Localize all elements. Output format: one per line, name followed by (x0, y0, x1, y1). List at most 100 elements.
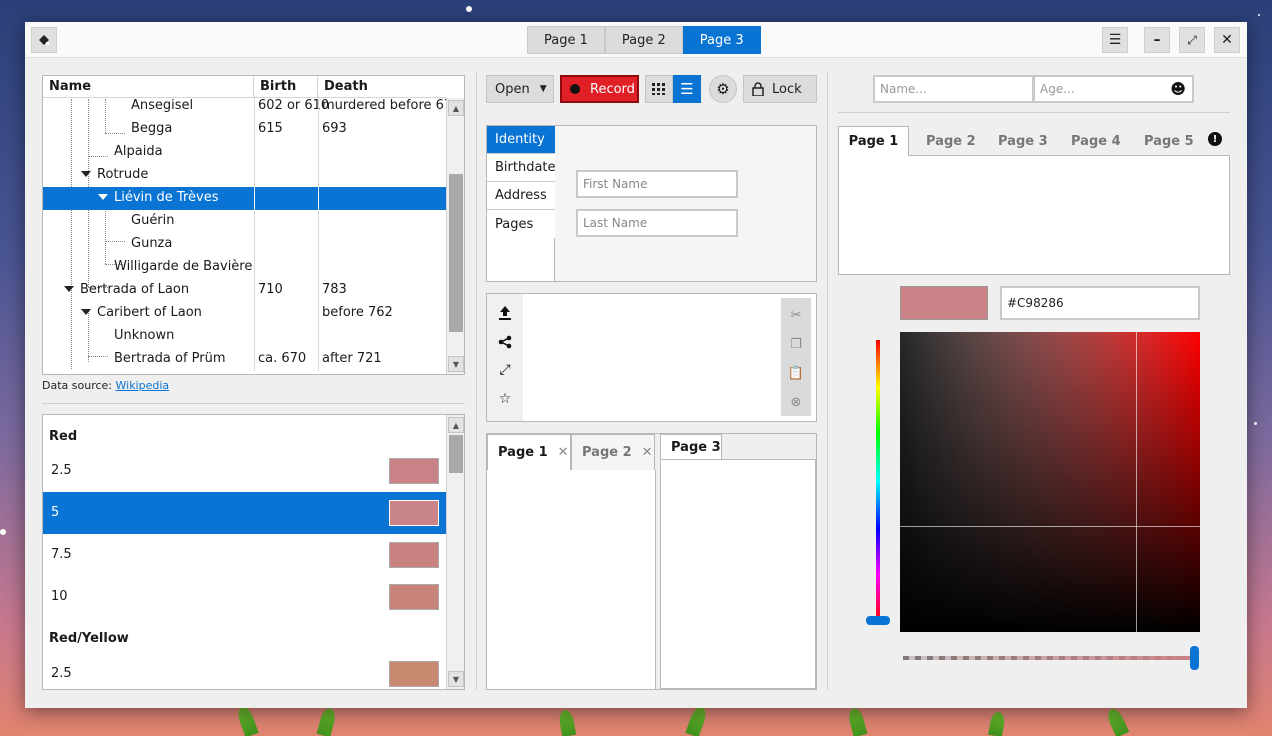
alpha-slider-handle[interactable] (1190, 646, 1199, 670)
right-tab-1[interactable]: Page 1 (838, 126, 909, 156)
paste-icon[interactable]: 📋 (784, 361, 808, 385)
right-tab-5[interactable]: Page 5 (1144, 126, 1194, 156)
right-tab-2[interactable]: Page 2 (926, 126, 976, 156)
upload-icon[interactable] (495, 303, 515, 323)
saturation-value-plane[interactable] (900, 332, 1200, 632)
maximize-button[interactable]: ⤢ (1179, 27, 1205, 53)
age-entry[interactable]: Age... ☻ (1033, 75, 1194, 103)
color-list-item[interactable]: 2.5 (43, 653, 447, 689)
copy-icon[interactable]: ❐ (784, 332, 808, 356)
column-divider (254, 95, 255, 118)
notebook-tab-1[interactable]: Page 1 ✕ (487, 434, 571, 470)
hue-slider-track[interactable] (876, 340, 880, 622)
name-entry[interactable]: Name... (873, 75, 1034, 103)
hex-color-entry[interactable]: #C98286 (1000, 286, 1200, 320)
record-button[interactable]: Record (560, 75, 639, 103)
tree-cell-name: Ansegisel (131, 98, 194, 113)
tree-row[interactable]: Unknown (43, 325, 447, 348)
fullscreen-icon[interactable]: ⤢ (495, 360, 515, 380)
lock-label: Lock (772, 81, 802, 97)
tree-row[interactable]: Gunza (43, 233, 447, 256)
scroll-up-arrow-icon[interactable]: ▲ (448, 417, 464, 433)
app-window: Page 1 Page 2 Page 3 ☰ – ⤢ ✕ Name Birth … (25, 22, 1247, 708)
tree-row[interactable]: Caribert of Laon before 762 (43, 302, 447, 325)
color-list-item[interactable]: 10 (43, 576, 447, 618)
group-header-red-yellow: Red/Yellow (49, 631, 129, 646)
color-list-item[interactable]: 7.5 (43, 534, 447, 576)
tree-scrollbar[interactable]: ▲ ▼ (446, 98, 464, 374)
hamburger-icon: ☰ (1108, 32, 1122, 48)
tree-row-selected[interactable]: Liévin de Trèves (43, 187, 447, 210)
notebook-tab-label: Page 3 (671, 440, 721, 455)
gear-icon: ⚙ (716, 80, 730, 98)
tree-cell-name: Begga (131, 121, 173, 136)
expander-down-icon[interactable] (98, 194, 108, 200)
color-swatch (389, 542, 439, 568)
scroll-down-arrow-icon[interactable]: ▼ (448, 356, 464, 372)
cut-icon[interactable]: ✂ (784, 303, 808, 327)
tree-scroll-thumb[interactable] (449, 174, 463, 332)
color-list-scrollbar[interactable]: ▲ ▼ (446, 415, 464, 689)
column-divider (254, 141, 255, 164)
lock-button[interactable]: Lock (743, 75, 817, 103)
side-tab-pages[interactable]: Pages (487, 210, 555, 238)
alpha-slider-track[interactable] (903, 656, 1195, 660)
app-menu-button[interactable] (31, 27, 57, 53)
open-menu-button[interactable]: Open ▼ (486, 75, 554, 103)
notebook-tab-2[interactable]: Page 2 ✕ (571, 434, 655, 470)
first-name-field[interactable]: First Name (576, 170, 738, 198)
scroll-down-arrow-icon[interactable]: ▼ (448, 671, 464, 687)
notebook-tab-3[interactable]: Page 3 (660, 434, 722, 460)
page-tab-3[interactable]: Page 3 (682, 26, 761, 54)
side-tab-address[interactable]: Address (487, 182, 555, 210)
expander-down-icon[interactable] (81, 309, 91, 315)
color-list-item-selected[interactable]: 5 (43, 492, 447, 534)
close-button[interactable]: ✕ (1214, 27, 1240, 53)
color-list-item[interactable]: 2.5 (43, 450, 447, 492)
close-tab-icon[interactable]: ✕ (642, 445, 653, 460)
data-source-label: Data source: (42, 379, 112, 392)
list-view-button[interactable]: ☰ (673, 75, 701, 103)
tree-row[interactable]: Guérin (43, 210, 447, 233)
side-tab-birthdate[interactable]: Birthdate (487, 154, 556, 182)
expander-down-icon[interactable] (81, 171, 91, 177)
column-divider (318, 210, 319, 233)
tree-row[interactable]: Willigarde de Bavière (43, 256, 447, 279)
tree-row[interactable]: Bertrada of Prüm ca. 670 after 721 (43, 348, 447, 371)
tree-row[interactable]: Bertrada of Laon 710 783 (43, 279, 447, 302)
open-label: Open (495, 81, 530, 97)
settings-button[interactable]: ⚙ (709, 75, 737, 103)
column-divider (254, 187, 255, 210)
tree-row[interactable]: Rotrude (43, 164, 447, 187)
genealogy-tree[interactable]: Name Birth Death Ansegisel 602 or 610 mu… (42, 75, 465, 375)
side-tab-identity[interactable]: Identity (487, 126, 555, 154)
page-tab-2[interactable]: Page 2 (604, 26, 683, 54)
tree-cell-birth: 710 (258, 282, 283, 297)
right-tab-3[interactable]: Page 3 (998, 126, 1048, 156)
last-name-field[interactable]: Last Name (576, 209, 738, 237)
column-divider (318, 256, 319, 279)
hue-slider-handle[interactable] (866, 616, 890, 625)
right-tab-4[interactable]: Page 4 (1071, 126, 1121, 156)
tree-row[interactable]: Begga 615 693 (43, 118, 447, 141)
age-placeholder: Age... (1040, 82, 1075, 96)
expander-down-icon[interactable] (64, 286, 74, 292)
color-swatch-list[interactable]: Red 2.5 5 7.5 10 Red/Yellow 2.5 ▲ ▼ (42, 414, 465, 690)
close-tab-icon[interactable]: ✕ (558, 445, 569, 460)
clear-icon[interactable]: ⊗ (784, 390, 808, 414)
grid-view-button[interactable] (645, 75, 673, 103)
emoji-smiley-icon[interactable]: ☻ (1170, 80, 1186, 98)
tree-row[interactable]: Ansegisel 602 or 610 murdered before 679 (43, 95, 461, 118)
hamburger-menu-button[interactable]: ☰ (1102, 27, 1128, 53)
page-tab-1[interactable]: Page 1 (527, 26, 605, 54)
scroll-up-arrow-icon[interactable]: ▲ (448, 100, 464, 116)
background-star (1254, 422, 1257, 425)
tree-row[interactable]: Alpaida (43, 141, 447, 164)
star-icon[interactable]: ☆ (495, 389, 515, 409)
color-list-scroll-thumb[interactable] (449, 435, 463, 473)
share-icon[interactable] (495, 332, 515, 352)
data-source-link[interactable]: Wikipedia (116, 379, 170, 392)
column-divider (318, 141, 319, 164)
minimize-button[interactable]: – (1144, 27, 1170, 53)
column-divider (254, 118, 255, 141)
